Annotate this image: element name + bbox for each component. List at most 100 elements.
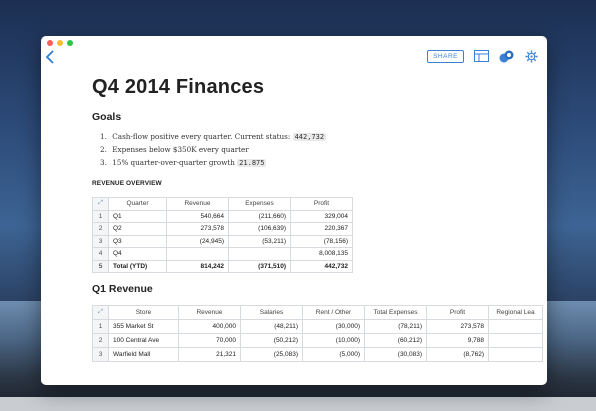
table-cell[interactable]: (211,660) [228,209,291,223]
expand-table-icon[interactable]: ⤢ [92,197,109,211]
table-cell[interactable]: (25,083) [240,347,303,362]
row-number[interactable]: 3 [92,347,109,362]
row-number[interactable]: 5 [92,259,109,273]
table-cell[interactable]: 220,367 [290,222,353,236]
column-header[interactable]: Store [108,305,179,320]
table-cell[interactable]: 9,788 [426,333,489,348]
table-cell[interactable]: Warfield Mall [108,347,179,362]
table-cell[interactable]: 273,578 [426,319,489,334]
table-cell[interactable] [488,319,543,334]
table-header-row: ⤢ Quarter Revenue Expenses Profit [92,197,353,211]
list-number: 1. [100,132,107,141]
table-cell[interactable]: (371,510) [228,259,291,273]
row-number[interactable]: 1 [92,209,109,223]
table-cell[interactable]: Q1 [108,209,167,223]
table-cell[interactable] [488,347,543,362]
table-cell[interactable] [166,247,229,261]
table-cell[interactable]: (48,211) [240,319,303,334]
toolbar: SHARE [427,49,539,63]
goals-list: 1. Cash-flow positive every quarter. Cur… [100,130,547,169]
table-cell[interactable]: Total (YTD) [108,259,167,273]
table-cell[interactable]: (53,211) [228,234,291,248]
table-cell[interactable]: Q2 [108,222,167,236]
table-cell[interactable]: (78,211) [364,319,427,334]
column-header[interactable]: Quarter [108,197,167,211]
window-controls [47,40,73,46]
column-header[interactable]: Regional Lea [488,305,543,320]
table-cell[interactable]: (30,000) [302,319,365,334]
table-cell[interactable]: (8,762) [426,347,489,362]
minimize-window-button[interactable] [57,40,63,46]
column-header[interactable]: Total Expenses [364,305,427,320]
column-header[interactable]: Profit [290,197,353,211]
table-cell[interactable]: 100 Central Ave [108,333,179,348]
zoom-window-button[interactable] [67,40,73,46]
table-cell[interactable]: (106,639) [228,222,291,236]
goal-text: Cash-flow positive every quarter. Curren… [112,132,291,141]
table-cell[interactable]: 355 Market St [108,319,179,334]
table-cell[interactable]: 400,000 [178,319,241,334]
collaborators-icon[interactable] [498,49,514,63]
row-number[interactable]: 3 [92,234,109,248]
desktop-background-strip [0,397,596,411]
close-window-button[interactable] [47,40,53,46]
list-item: 3. 15% quarter-over-quarter growth 21.87… [100,156,547,169]
column-header[interactable]: Revenue [178,305,241,320]
table-cell[interactable]: (30,083) [364,347,427,362]
table-cell[interactable]: Q3 [108,234,167,248]
table-cell[interactable]: 273,578 [166,222,229,236]
table-cell[interactable] [488,333,543,348]
list-number: 3. [100,158,107,167]
table-cell[interactable]: 442,732 [290,259,353,273]
table-cell[interactable]: 8,008,135 [290,247,353,261]
back-chevron-icon[interactable] [45,50,59,66]
column-header[interactable]: Revenue [166,197,229,211]
revenue-overview-table[interactable]: ⤢ Quarter Revenue Expenses Profit 1 Q1 5… [92,197,353,273]
column-header[interactable]: Expenses [228,197,291,211]
revenue-overview-heading: REVENUE OVERVIEW [92,180,162,187]
document-content: Q4 2014 Finances Goals 1. Cash-flow posi… [92,76,547,362]
layout-icon[interactable] [473,49,489,63]
formula-value-badge[interactable]: 442,732 [292,133,327,141]
table-cell[interactable]: (50,212) [240,333,303,348]
table-header-row: ⤢ Store Revenue Salaries Rent / Other To… [92,305,543,320]
table-cell[interactable]: 70,000 [178,333,241,348]
expand-table-icon[interactable]: ⤢ [92,305,109,320]
table-cell[interactable]: (5,000) [302,347,365,362]
row-number[interactable]: 1 [92,319,109,334]
page-title: Q4 2014 Finances [92,76,265,98]
goal-text: Expenses below $350K every quarter [112,145,249,154]
list-number: 2. [100,145,107,154]
column-header[interactable]: Profit [426,305,489,320]
formula-value-badge[interactable]: 21.875 [237,159,267,167]
table-cell[interactable]: 329,004 [290,209,353,223]
table-cell[interactable]: Q4 [108,247,167,261]
list-item: 2. Expenses below $350K every quarter [100,143,547,156]
list-item: 1. Cash-flow positive every quarter. Cur… [100,130,547,143]
table-row: 3 Warfield Mall 21,321 (25,083) (5,000) … [92,347,543,362]
table-cell[interactable]: (78,156) [290,234,353,248]
goal-text: 15% quarter-over-quarter growth [112,158,235,167]
row-number[interactable]: 4 [92,247,109,261]
table-cell[interactable]: 21,321 [178,347,241,362]
table-cell[interactable]: 540,664 [166,209,229,223]
column-header[interactable]: Rent / Other [302,305,365,320]
goals-heading: Goals [92,111,122,123]
table-cell[interactable] [228,247,291,261]
share-button[interactable]: SHARE [427,49,464,63]
q1-revenue-table[interactable]: ⤢ Store Revenue Salaries Rent / Other To… [92,305,543,362]
column-header[interactable]: Salaries [240,305,303,320]
row-number[interactable]: 2 [92,333,109,348]
table-row: 2 100 Central Ave 70,000 (50,212) (10,00… [92,333,543,348]
table-row: 1 Q1 540,664 (211,660) 329,004 [92,209,353,223]
table-cell[interactable]: (60,212) [364,333,427,348]
table-row-total: 5 Total (YTD) 814,242 (371,510) 442,732 [92,259,353,273]
table-cell[interactable]: (24,945) [166,234,229,248]
row-number[interactable]: 2 [92,222,109,236]
settings-gear-icon[interactable] [523,49,539,63]
table-row: 1 355 Market St 400,000 (48,211) (30,000… [92,319,543,334]
table-row: 4 Q4 8,008,135 [92,247,353,261]
table-cell[interactable]: 814,242 [166,259,229,273]
document-window: SHARE Q4 2014 Finances Goals 1. Cash-flo… [41,36,547,385]
table-cell[interactable]: (10,000) [302,333,365,348]
